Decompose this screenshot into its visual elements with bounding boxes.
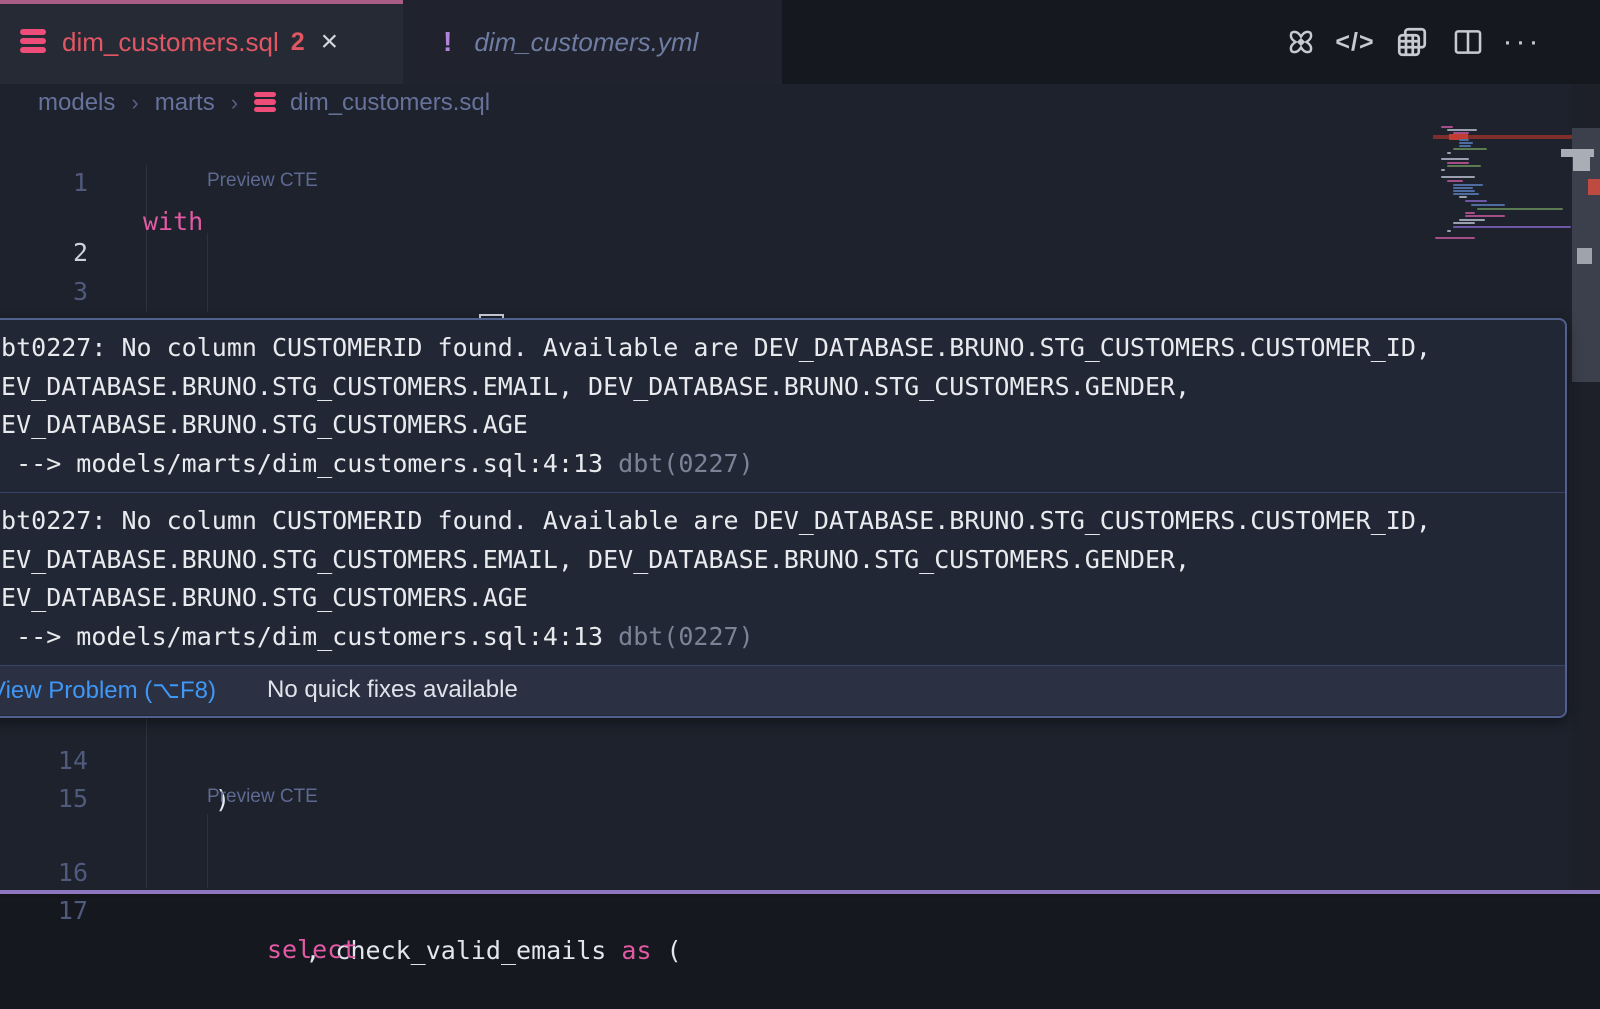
more-actions-icon[interactable]: ···: [1500, 24, 1544, 60]
close-tab-icon[interactable]: ×: [321, 27, 339, 57]
preview-cte-codelens[interactable]: Preview CTE: [207, 786, 318, 808]
diagnostic-block-1: dbt0227: No column CUSTOMERID found. Ava…: [0, 320, 1565, 492]
breadcrumb-marts[interactable]: marts: [155, 89, 215, 117]
warning-icon: !: [443, 26, 452, 58]
code-line-4: 4 customerId: [0, 272, 1600, 311]
ruler-marker: [1573, 157, 1590, 171]
code-line-3: 3 select: [0, 233, 1600, 272]
chevron-right-icon: ›: [131, 90, 138, 116]
hover-status-bar: View Problem (⌥F8) No quick fixes availa…: [0, 666, 1565, 715]
breadcrumb-file[interactable]: dim_customers.sql: [290, 89, 490, 117]
tab-dim-customers-sql[interactable]: dim_customers.sql 2 ×: [0, 0, 403, 84]
diagnostic-location: --> models/marts/dim_customers.sql:4:13: [0, 449, 618, 478]
active-tab-accent-bar: [0, 0, 409, 4]
error-hover-popup: dbt0227: No column CUSTOMERID found. Ava…: [0, 318, 1567, 718]
split-editor-icon[interactable]: [1449, 24, 1487, 60]
breadcrumb-models[interactable]: models: [38, 89, 115, 117]
bottom-edge: [0, 894, 1600, 898]
line-number: 15: [26, 779, 88, 818]
tab-label: dim_customers.sql: [62, 27, 279, 58]
code-line-17: 17 select: [0, 852, 1600, 891]
tab-bar: dim_customers.sql 2 × ! dim_customers.ym…: [0, 0, 1600, 84]
breadcrumb: models › marts › dim_customers.sql: [0, 84, 1600, 122]
diagnostic-block-2: dbt0227: No column CUSTOMERID found. Ava…: [0, 493, 1565, 665]
code-line-2: 2 customers as(: [0, 194, 1600, 233]
code-line-1: 1 with: [0, 124, 1600, 163]
preview-cte-codelens[interactable]: Preview CTE: [207, 170, 318, 192]
minimap-error-line: [1433, 135, 1572, 139]
tab-label: dim_customers.yml: [474, 27, 698, 58]
ruler-error-marker: [1588, 179, 1600, 195]
ruler-marker: [1577, 248, 1592, 264]
tab-problem-count-badge: 2: [291, 28, 305, 57]
diagnostic-source: dbt(0227): [618, 449, 753, 478]
copy-results-table-icon[interactable]: [1391, 24, 1433, 60]
dbt-power-user-icon[interactable]: [1283, 24, 1319, 60]
tab-dim-customers-yml[interactable]: ! dim_customers.yml: [403, 0, 782, 84]
diagnostic-location: --> models/marts/dim_customers.sql:4:13: [0, 622, 618, 651]
chevron-right-icon: ›: [231, 90, 238, 116]
code-line-16: 16 , check_valid_emails as (: [0, 814, 1600, 853]
database-icon: [20, 29, 46, 56]
view-problem-link[interactable]: View Problem (⌥F8): [0, 676, 216, 705]
code-line-15: 15: [0, 740, 1600, 779]
show-source-code-icon[interactable]: </>: [1332, 24, 1378, 60]
no-quick-fixes-label: No quick fixes available: [267, 676, 518, 704]
diagnostic-source: dbt(0227): [618, 622, 753, 651]
database-icon: [254, 92, 276, 115]
